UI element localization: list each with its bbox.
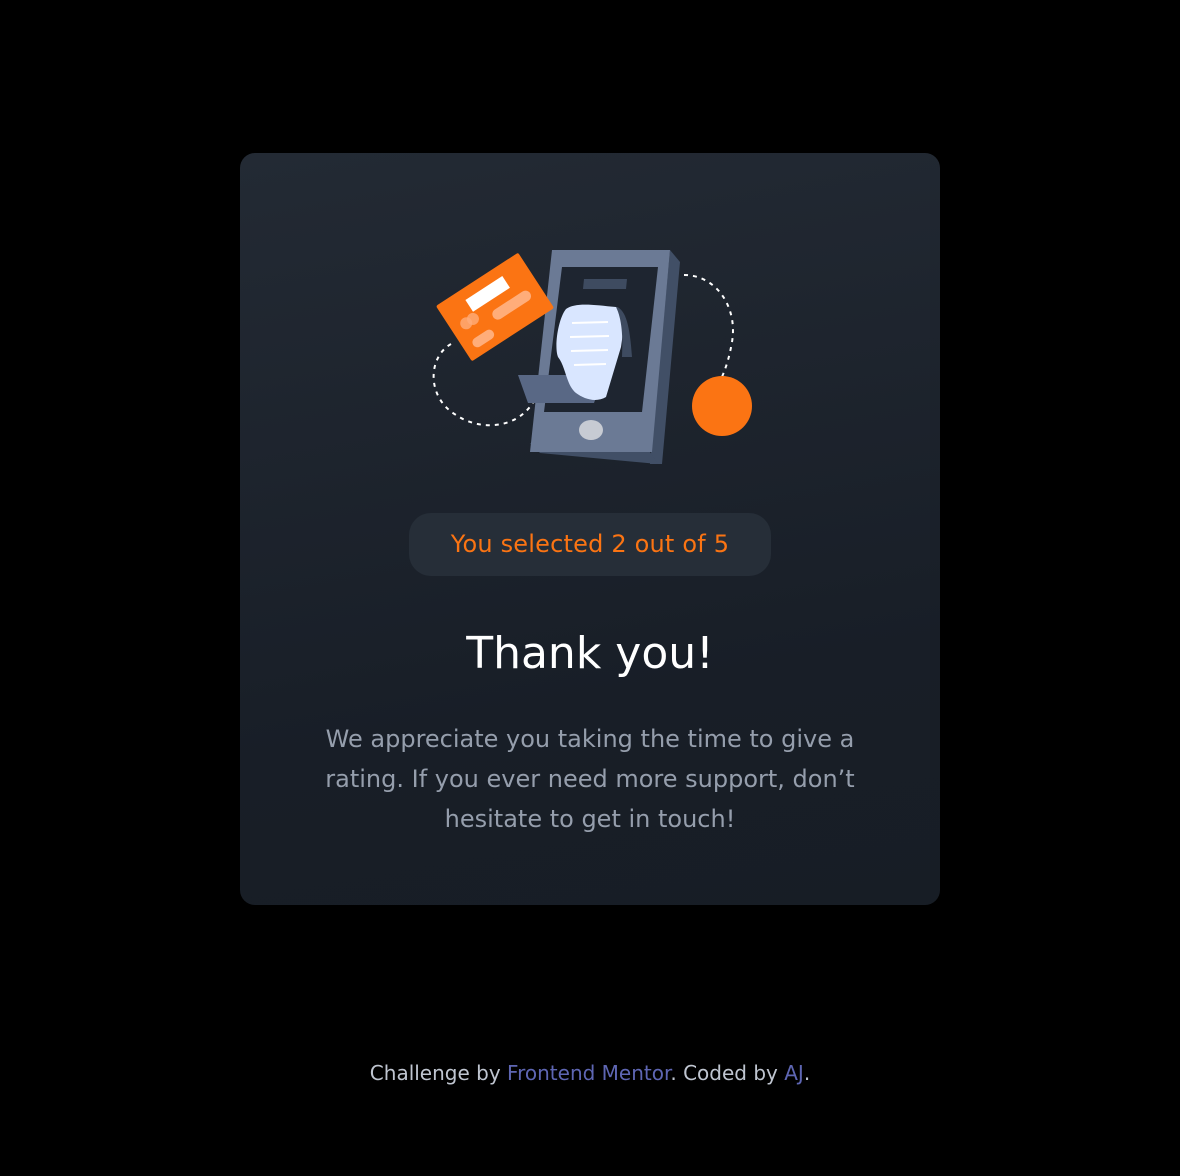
thank-you-message: We appreciate you taking the time to giv… xyxy=(325,725,855,833)
frontend-mentor-link[interactable]: Frontend Mentor xyxy=(507,1061,670,1085)
attribution-suffix: . xyxy=(803,1061,811,1085)
page-title: Thank you! xyxy=(466,628,714,679)
attribution-middle: . Coded by xyxy=(670,1061,785,1085)
attribution-footer: Challenge by Frontend Mentor. Coded by A… xyxy=(0,1056,1180,1090)
thank-you-card: You selected 2 out of 5 Thank you! We ap… xyxy=(240,153,940,905)
page: You selected 2 out of 5 Thank you! We ap… xyxy=(0,0,1180,1176)
attribution-prefix: Challenge by xyxy=(369,1061,508,1085)
thank-you-illustration-icon xyxy=(432,250,752,464)
selection-badge: You selected 2 out of 5 xyxy=(409,513,771,576)
author-link[interactable]: AJ xyxy=(784,1061,804,1085)
